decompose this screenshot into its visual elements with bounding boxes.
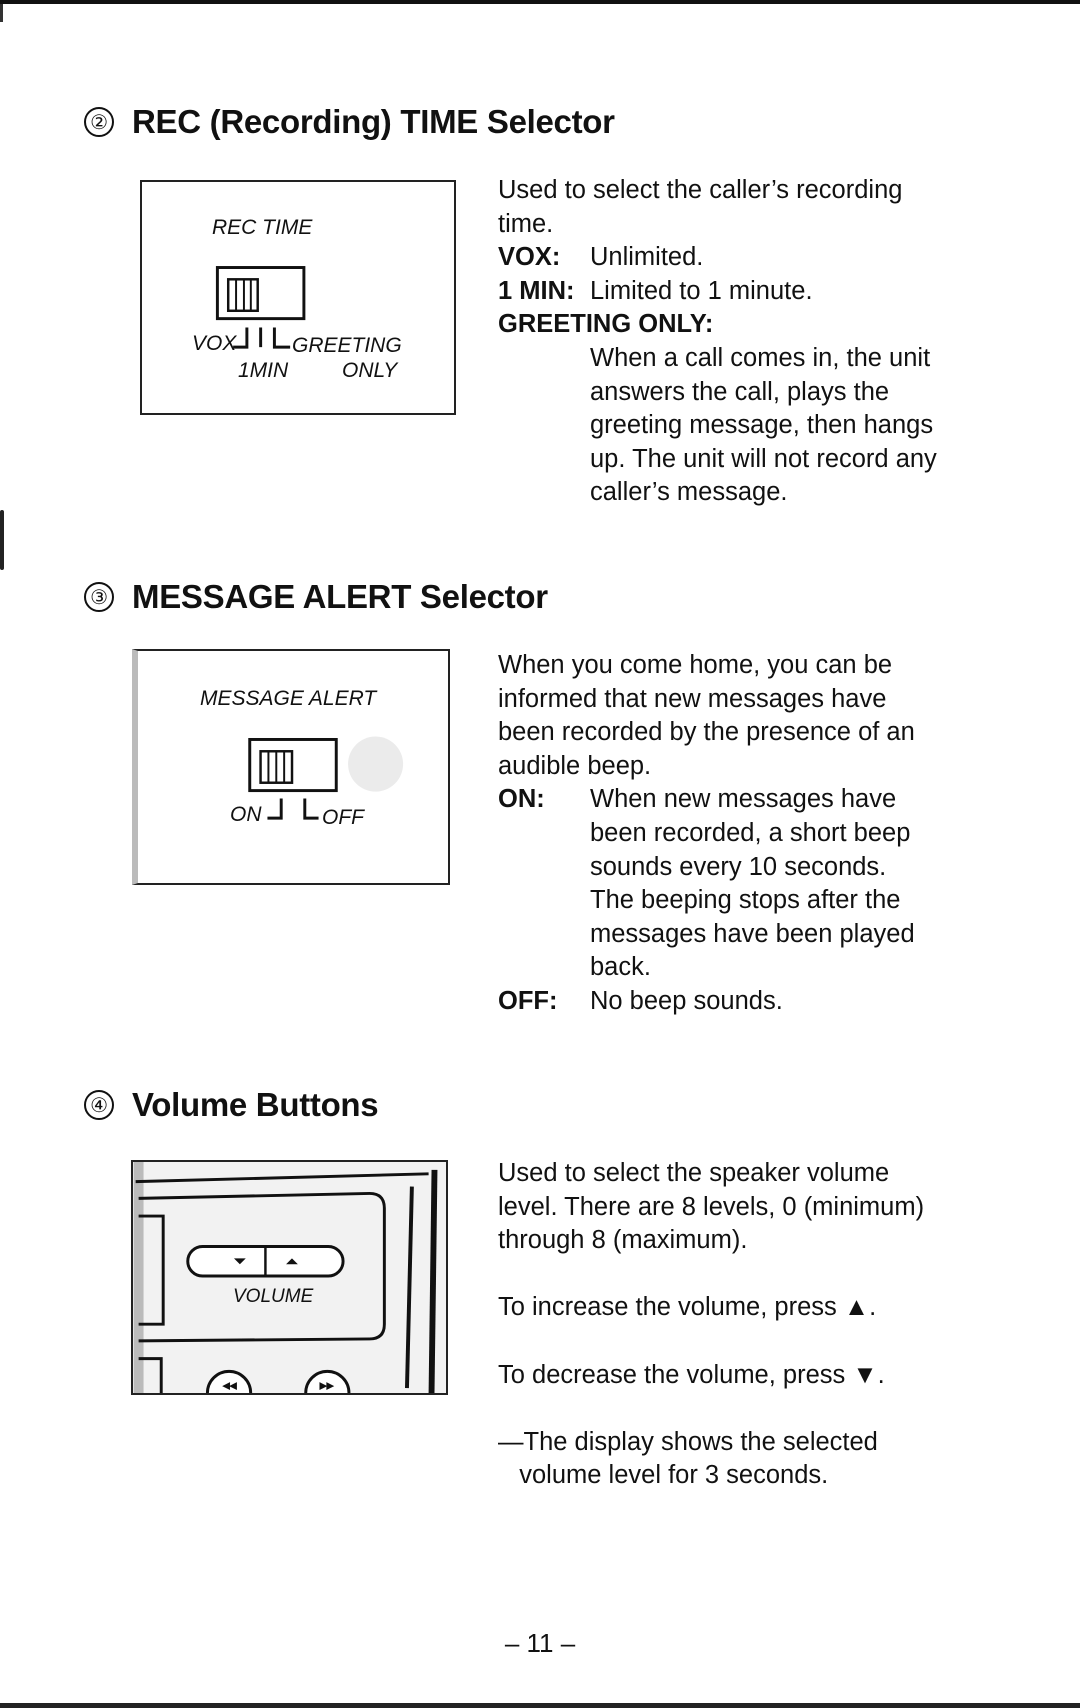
term-text: messages have been played	[590, 919, 915, 948]
section-title: REC (Recording) TIME Selector	[132, 103, 615, 140]
rec-time-description: Used to select the caller’s recording ti…	[498, 174, 937, 510]
term-label: GREETING ONLY:	[498, 310, 714, 339]
text-line: Used to select the speaker volume	[498, 1159, 890, 1187]
text-line: —The display shows the selected	[498, 1427, 878, 1456]
section-heading-volume-buttons: ④ Volume Buttons	[84, 1086, 379, 1124]
text-line: level. There are 8 levels, 0 (minimum)	[498, 1192, 925, 1221]
volume-buttons-diagram: VOLUME	[131, 1160, 448, 1395]
text-line: volume level for 3 seconds.	[498, 1461, 829, 1490]
section-heading-rec-time: ② REC (Recording) TIME Selector	[84, 103, 615, 141]
scan-mark	[0, 510, 4, 570]
text-line: been recorded by the presence of an	[498, 718, 915, 747]
term-text: When a call comes in, the unit	[590, 343, 931, 372]
section-number-icon: ④	[84, 1090, 114, 1120]
device-panel-icon	[133, 1162, 438, 1393]
position-label-off: OFF	[322, 806, 364, 829]
text-line: audible beep.	[498, 751, 652, 780]
page-top-edge	[0, 0, 1080, 4]
switch-label: REC TIME	[212, 216, 313, 239]
message-alert-switch-diagram: MESSAGE ALERT ON OFF	[132, 649, 450, 885]
term-text: Unlimited.	[590, 243, 704, 272]
section-heading-message-alert: ③ MESSAGE ALERT Selector	[84, 578, 548, 616]
text-line: To decrease the volume, press ▼.	[498, 1360, 885, 1389]
page-bottom-edge	[0, 1703, 1080, 1708]
term-text: When new messages have	[590, 785, 897, 814]
text-line: To increase the volume, press ▲.	[498, 1293, 877, 1322]
text-line: time.	[498, 209, 554, 238]
position-label-vox: VOX	[192, 332, 237, 355]
term-text: Limited to 1 minute.	[590, 276, 813, 305]
volume-label: VOLUME	[233, 1286, 314, 1307]
volume-description: Used to select the speaker volume level.…	[498, 1157, 924, 1493]
position-label-1min: 1MIN	[238, 359, 289, 382]
section-number-icon: ②	[84, 107, 114, 137]
term-text: The beeping stops after the	[590, 886, 901, 915]
text-line: through 8 (maximum).	[498, 1226, 748, 1255]
slide-switch-icon	[248, 736, 404, 820]
term-label: OFF:	[498, 986, 558, 1015]
section-number-icon: ③	[84, 582, 114, 612]
term-text: No beep sounds.	[590, 986, 783, 1015]
section-title: MESSAGE ALERT Selector	[132, 578, 548, 615]
message-alert-description: When you come home, you can be informed …	[498, 649, 915, 1019]
scan-mark	[0, 4, 3, 22]
term-text: been recorded, a short beep	[590, 818, 911, 847]
term-text: caller’s message.	[590, 478, 788, 507]
position-label-on: ON	[230, 803, 262, 826]
term-text: greeting message, then hangs	[590, 411, 934, 440]
term-label: 1 MIN:	[498, 276, 575, 305]
text-line: Used to select the caller’s recording	[498, 176, 903, 204]
position-label-only: ONLY	[342, 359, 398, 382]
section-title: Volume Buttons	[132, 1086, 379, 1123]
text-line: informed that new messages have	[498, 684, 887, 713]
term-label: VOX:	[498, 243, 561, 272]
switch-label: MESSAGE ALERT	[200, 687, 377, 710]
term-text: sounds every 10 seconds.	[590, 852, 887, 881]
text-line: When you come home, you can be	[498, 651, 893, 679]
position-label-greeting: GREETING	[292, 334, 402, 357]
term-text: back.	[590, 953, 651, 982]
term-text: answers the call, plays the	[590, 377, 890, 406]
page-number: – 11 –	[504, 1628, 576, 1658]
term-text: up. The unit will not record any	[590, 444, 937, 473]
term-label: ON:	[498, 785, 545, 814]
rec-time-switch-diagram: REC TIME VOX GREETING 1MIN ONLY	[140, 180, 456, 415]
